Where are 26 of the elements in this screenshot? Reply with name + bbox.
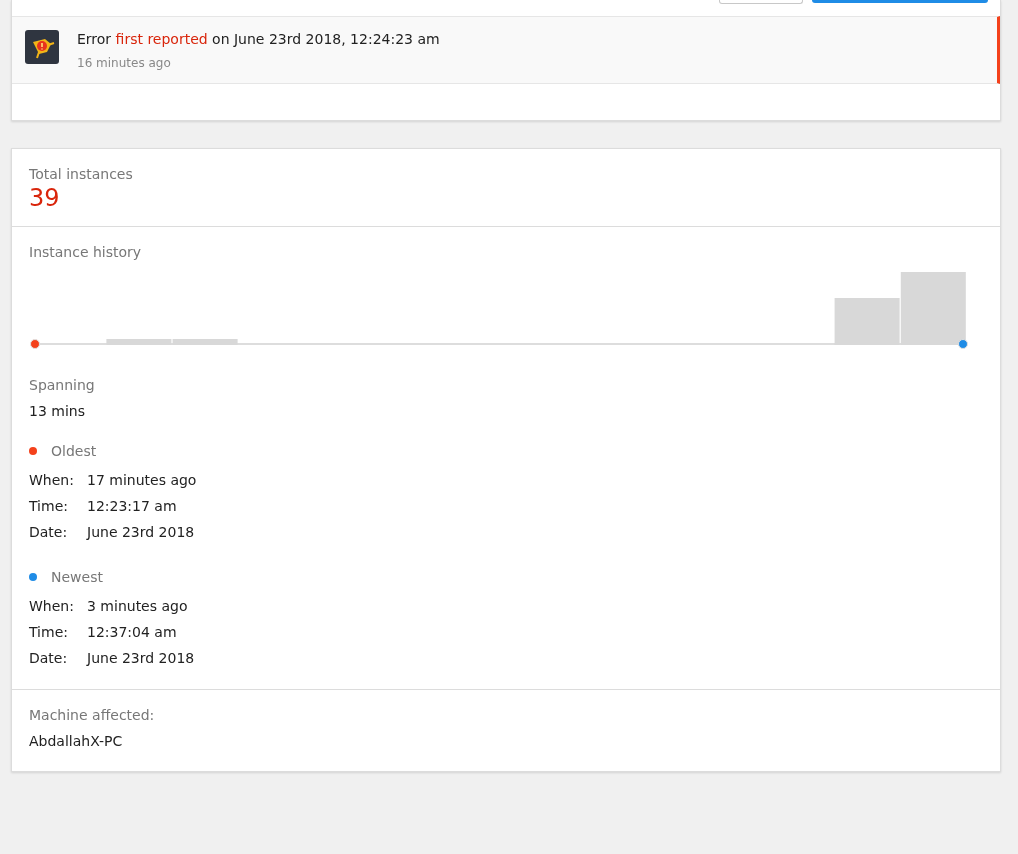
endpoint-title: Newest: [51, 569, 103, 585]
section-label: Total instances: [29, 166, 134, 182]
app-icon: [25, 30, 59, 64]
field-label: When:: [29, 472, 75, 488]
field-value: 17 minutes ago: [87, 472, 197, 488]
section-label: Instance history: [29, 244, 143, 260]
field-value: June 23rd 2018: [87, 524, 195, 540]
section-label: Machine affected:: [29, 707, 156, 723]
spanning-value: 13 mins: [29, 403, 86, 419]
field-label: Date:: [29, 524, 69, 540]
event-message: Error first reported on June 23rd 2018, 12:24:23 am: [77, 31, 440, 47]
field-value: 3 minutes ago: [87, 598, 188, 614]
button[interactable]: [812, 0, 988, 3]
section-label: Spanning: [29, 377, 96, 393]
time-ago: 16 minutes ago: [77, 56, 172, 70]
field-label: When:: [29, 598, 75, 614]
field-value: 12:23:17 am: [87, 498, 177, 514]
field-label: Time:: [29, 498, 69, 514]
machine-name: AbdallahX-PC: [29, 733, 124, 749]
button[interactable]: [719, 0, 803, 4]
field-label: Time:: [29, 624, 69, 640]
instance-count: 39: [29, 184, 61, 212]
field-value: June 23rd 2018: [87, 650, 195, 666]
field-value: 12:37:04 am: [87, 624, 177, 640]
field-label: Date:: [29, 650, 69, 666]
endpoint-title: Oldest: [51, 443, 97, 459]
